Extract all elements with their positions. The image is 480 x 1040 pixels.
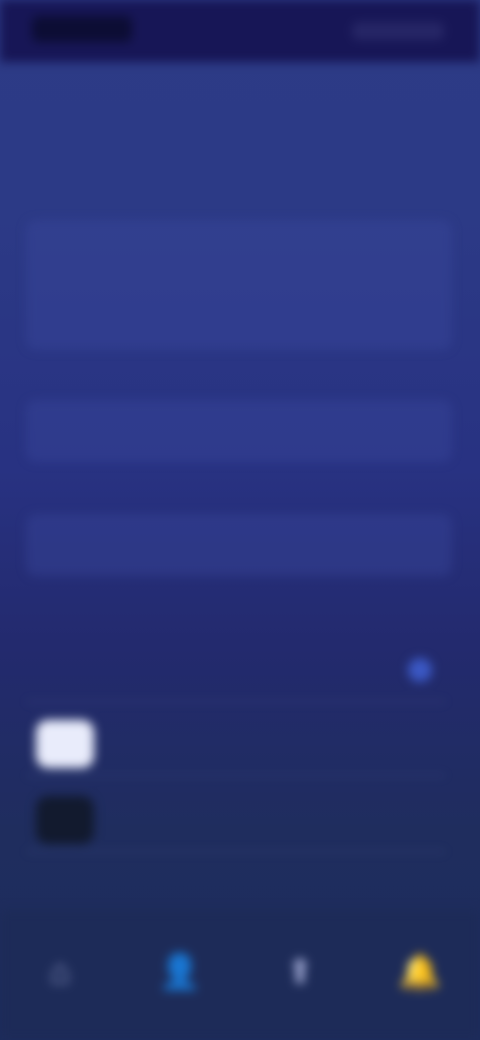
nav-upload[interactable]: ⬆ <box>260 932 340 1012</box>
nav-profile[interactable]: 👤 <box>140 932 220 1012</box>
bottom-navigation: ⌂ 👤 ⬆ 🔔 <box>0 910 480 1040</box>
radio-selected-icon[interactable] <box>408 658 432 682</box>
nav-home[interactable]: ⌂ <box>20 932 100 1012</box>
home-icon: ⌂ <box>49 952 71 991</box>
nav-notifications[interactable]: 🔔 <box>380 932 460 1012</box>
upload-icon: ⬆ <box>285 953 315 991</box>
bell-icon: 🔔 <box>398 953 442 991</box>
panel-1[interactable] <box>26 220 452 350</box>
select-panel-1[interactable] <box>26 400 452 462</box>
status-icons <box>352 22 444 40</box>
list-item[interactable] <box>26 712 446 776</box>
status-bar <box>0 0 480 62</box>
list-item[interactable] <box>26 638 446 702</box>
theme-thumbnail-light <box>36 720 94 768</box>
person-icon: 👤 <box>158 953 202 991</box>
select-panel-2[interactable] <box>26 514 452 576</box>
theme-thumbnail-dark <box>36 796 94 844</box>
list-item[interactable] <box>26 788 446 852</box>
status-time <box>32 16 132 42</box>
screen-blur-layer: ⌂ 👤 ⬆ 🔔 <box>0 0 480 1040</box>
